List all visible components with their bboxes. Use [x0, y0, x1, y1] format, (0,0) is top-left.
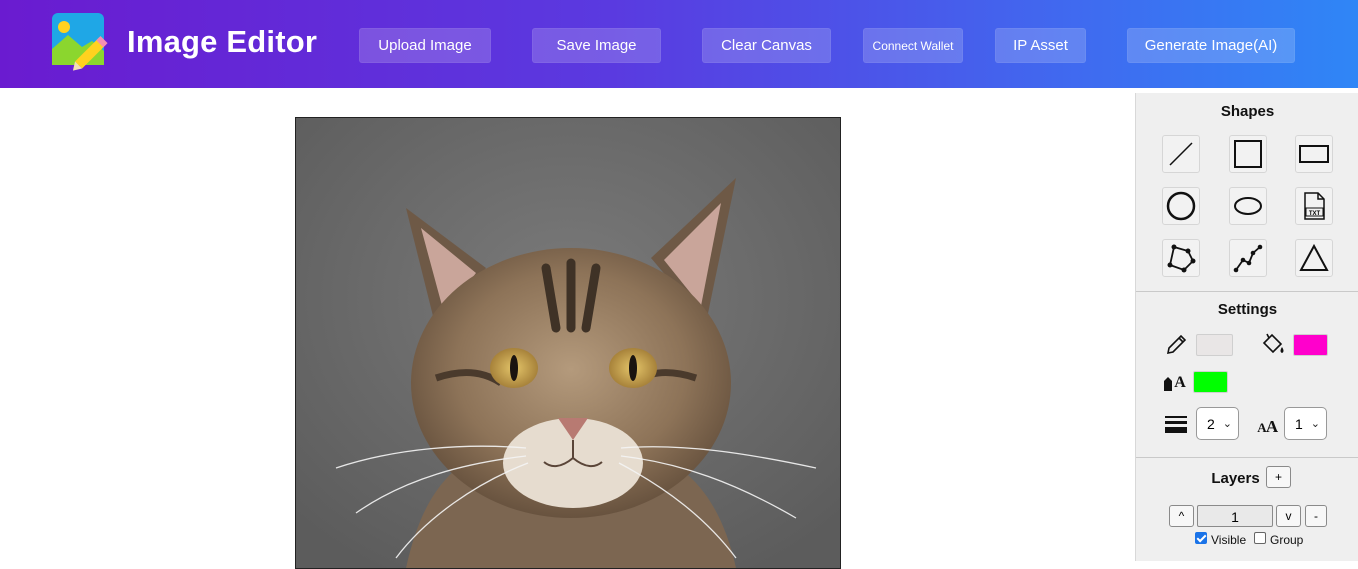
group-checkbox[interactable] [1254, 532, 1266, 544]
text-file-icon: TXT [1304, 192, 1325, 220]
fill-color-picker[interactable] [1293, 334, 1328, 356]
circle-tool-button[interactable] [1162, 187, 1200, 225]
pencil-icon [1166, 334, 1187, 355]
visible-label: Visible [1211, 533, 1247, 547]
svg-text:TXT: TXT [1309, 211, 1321, 217]
save-image-button[interactable]: Save Image [532, 28, 661, 63]
layer-up-button[interactable]: ^ [1169, 505, 1194, 527]
chevron-down-icon: ⌄ [1222, 418, 1232, 430]
line-width-select[interactable]: 2 ⌄ [1196, 407, 1239, 440]
svg-text:A: A [1266, 417, 1279, 435]
text-color-picker[interactable] [1193, 371, 1228, 393]
stroke-color-picker[interactable] [1196, 334, 1233, 356]
rectangle-tool-button[interactable] [1295, 135, 1333, 173]
font-size-select[interactable]: 1 ⌄ [1284, 407, 1327, 440]
layer-down-button[interactable]: v [1276, 505, 1301, 527]
text-tool-button[interactable]: TXT [1295, 187, 1333, 225]
polygon-icon [1167, 244, 1196, 273]
polyline-icon [1233, 244, 1263, 273]
ellipse-icon [1234, 197, 1262, 215]
polygon-tool-button[interactable] [1162, 239, 1200, 277]
circle-icon [1166, 191, 1196, 221]
line-width-value: 2 [1207, 415, 1215, 432]
visible-checkbox[interactable] [1195, 532, 1207, 544]
svg-text:A: A [1174, 374, 1186, 391]
polyline-tool-button[interactable] [1229, 239, 1267, 277]
remove-layer-button[interactable]: - [1305, 505, 1327, 527]
line-icon [1169, 142, 1193, 166]
ellipse-tool-button[interactable] [1229, 187, 1267, 225]
font-size-value: 1 [1295, 415, 1303, 432]
generate-image-ai-button[interactable]: Generate Image(AI) [1127, 28, 1295, 63]
paint-bucket-icon [1262, 333, 1284, 354]
triangle-tool-button[interactable] [1295, 239, 1333, 277]
drawing-canvas[interactable] [295, 117, 841, 569]
triangle-icon [1299, 243, 1329, 271]
ip-asset-button[interactable]: IP Asset [995, 28, 1086, 63]
app-logo-icon [52, 13, 108, 71]
connect-wallet-button[interactable]: Connect Wallet [863, 28, 963, 63]
app-title: Image Editor [127, 24, 318, 59]
app-header: Image Editor Upload Image Save Image Cle… [0, 0, 1358, 88]
cat-photo [296, 118, 840, 568]
square-icon [1234, 140, 1262, 168]
layers-heading: Layers [1211, 470, 1260, 487]
settings-heading: Settings [1217, 301, 1278, 318]
add-layer-button[interactable]: + [1266, 466, 1291, 488]
rectangle-icon [1299, 145, 1329, 163]
chevron-down-icon: ⌄ [1310, 418, 1320, 430]
layer-number-input[interactable]: 1 [1197, 505, 1273, 527]
upload-image-button[interactable]: Upload Image [359, 28, 491, 63]
text-color-icon: A [1164, 374, 1186, 391]
font-size-icon: A A [1257, 417, 1279, 435]
square-tool-button[interactable] [1229, 135, 1267, 173]
shapes-heading: Shapes [1220, 103, 1275, 120]
panel-divider [1136, 291, 1358, 292]
group-label: Group [1270, 533, 1304, 547]
tools-panel: Shapes TXT Settings A 2 ⌄ A A 1 ⌄ Layers… [1135, 93, 1358, 561]
panel-divider [1136, 457, 1358, 458]
line-width-icon [1165, 416, 1187, 433]
line-tool-button[interactable] [1162, 135, 1200, 173]
clear-canvas-button[interactable]: Clear Canvas [702, 28, 831, 63]
